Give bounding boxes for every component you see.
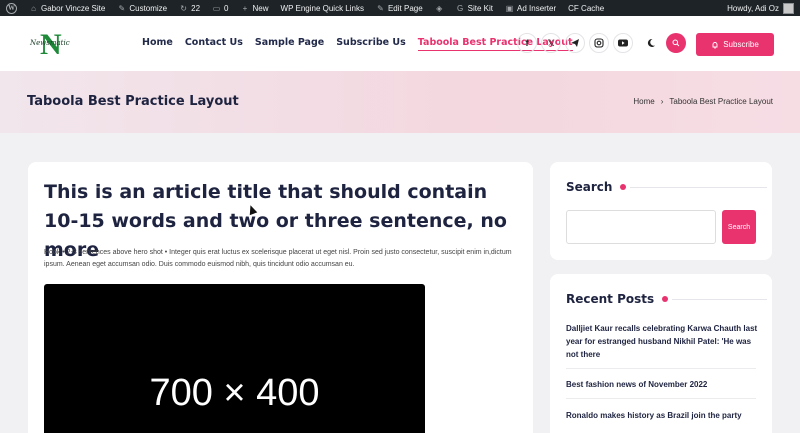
- diamond-menu[interactable]: ◈: [429, 0, 450, 16]
- breadcrumb-separator: ›: [660, 97, 664, 106]
- updates-count: 22: [191, 3, 201, 13]
- comments-link[interactable]: ▭ 0: [206, 0, 234, 16]
- new-label: New: [252, 3, 269, 13]
- page-header-band: Taboola Best Practice Layout Home › Tabo…: [0, 71, 800, 133]
- title-line: [630, 186, 768, 188]
- google-icon: G: [457, 3, 464, 13]
- site-kit-label: Site Kit: [467, 3, 494, 13]
- diamond-icon: ◈: [436, 3, 443, 13]
- nav-item-sample-page[interactable]: Sample Page: [255, 37, 324, 51]
- edit-page-link[interactable]: ✎ Edit Page: [370, 0, 429, 16]
- cf-cache-label: CF Cache: [568, 3, 605, 13]
- comment-icon: ▭: [212, 3, 221, 13]
- updates-link[interactable]: ↻ 22: [173, 0, 206, 16]
- recent-posts-title-text: Recent Posts: [566, 292, 655, 306]
- updates-icon: ↻: [180, 3, 187, 13]
- account-menu[interactable]: Howdy, Adi Oz: [727, 0, 794, 16]
- youtube-icon[interactable]: [613, 33, 633, 53]
- pencil-icon: ✎: [377, 3, 384, 13]
- search-icon: [672, 39, 680, 47]
- page-title: Taboola Best Practice Layout: [27, 94, 239, 109]
- site-kit-menu[interactable]: G Site Kit: [450, 0, 499, 16]
- site-logo[interactable]: N Newsmatic: [30, 30, 76, 60]
- wordpress-icon: W: [6, 2, 17, 14]
- wp-engine-quick-links[interactable]: WP Engine Quick Links: [275, 0, 370, 16]
- title-line: [672, 298, 768, 300]
- ad-inserter-label: Ad Inserter: [517, 3, 557, 13]
- nav-item-contact-us[interactable]: Contact Us: [185, 37, 243, 51]
- customize-link[interactable]: ✎ Customize: [111, 0, 173, 16]
- nav-item-home[interactable]: Home: [142, 37, 173, 51]
- breadcrumb-home[interactable]: Home: [633, 97, 654, 106]
- title-dot: [662, 296, 669, 302]
- search-widget-title: Search: [566, 180, 768, 194]
- x-icon[interactable]: 𝕏: [541, 33, 561, 53]
- site-name-label: Gabor Vincze Site: [41, 3, 106, 13]
- facebook-icon[interactable]: f: [517, 33, 537, 53]
- nav-item-subscribe-us[interactable]: Subscribe Us: [336, 37, 406, 51]
- recent-posts-widget: Recent Posts Dalljiet Kaur recalls celeb…: [550, 274, 772, 433]
- search-widget-title-text: Search: [566, 180, 613, 194]
- wp-logo-menu[interactable]: W: [0, 0, 23, 16]
- subscribe-button[interactable]: Subscribe: [696, 33, 774, 56]
- recent-post-link[interactable]: Dalljiet Kaur recalls celebrating Karwa …: [566, 322, 758, 361]
- search-widget: Search Search: [550, 162, 772, 260]
- avatar: [783, 2, 794, 14]
- post-divider: [566, 398, 756, 399]
- site-name-menu[interactable]: ⌂ Gabor Vincze Site: [23, 0, 111, 16]
- telegram-icon[interactable]: [565, 33, 585, 53]
- brush-icon: ✎: [118, 3, 126, 13]
- recent-post-link[interactable]: Ronaldo makes history as Brazil join the…: [566, 409, 758, 422]
- new-content-menu[interactable]: + New: [235, 0, 275, 16]
- edit-page-label: Edit Page: [387, 3, 423, 13]
- howdy-label: Howdy, Adi Oz: [727, 3, 779, 13]
- breadcrumb: Home › Taboola Best Practice Layout: [633, 97, 773, 106]
- hero-placeholder-text: 700 × 400: [149, 372, 320, 414]
- breadcrumb-current: Taboola Best Practice Layout: [669, 97, 773, 106]
- recent-post-link[interactable]: Best fashion news of November 2022: [566, 378, 758, 391]
- plus-icon: +: [242, 3, 248, 13]
- header-search-button[interactable]: [666, 33, 686, 53]
- search-input[interactable]: [566, 210, 716, 244]
- hero-image: 700 × 400: [44, 284, 425, 433]
- search-submit-button[interactable]: Search: [722, 210, 756, 244]
- site-header: N Newsmatic Home Contact Us Sample Page …: [0, 16, 800, 71]
- quick-links-label: WP Engine Quick Links: [280, 3, 364, 13]
- ad-inserter-menu[interactable]: ▣ Ad Inserter: [499, 0, 562, 16]
- article-hook: Hook • 2-3 sentences above hero shot • I…: [44, 249, 512, 268]
- home-icon: ⌂: [31, 3, 36, 13]
- cf-cache-menu[interactable]: CF Cache: [562, 0, 610, 16]
- moon-icon: [647, 38, 655, 47]
- bell-icon: [712, 41, 718, 49]
- article-card: This is an article title that should con…: [28, 162, 533, 433]
- title-dot: [620, 184, 627, 190]
- logo-script: Newsmatic: [30, 39, 70, 47]
- admin-bar: W ⌂ Gabor Vincze Site ✎ Customize ↻ 22 ▭ 0 +…: [0, 0, 800, 16]
- customize-label: Customize: [129, 3, 168, 13]
- instagram-icon[interactable]: [589, 33, 609, 53]
- dark-mode-toggle[interactable]: [641, 33, 661, 53]
- post-divider: [566, 368, 756, 369]
- ad-icon: ▣: [505, 3, 514, 13]
- recent-posts-title: Recent Posts: [566, 292, 768, 306]
- main-nav: Home Contact Us Sample Page Subscribe Us…: [142, 37, 573, 51]
- comments-count: 0: [224, 3, 229, 13]
- subscribe-label: Subscribe: [723, 40, 759, 49]
